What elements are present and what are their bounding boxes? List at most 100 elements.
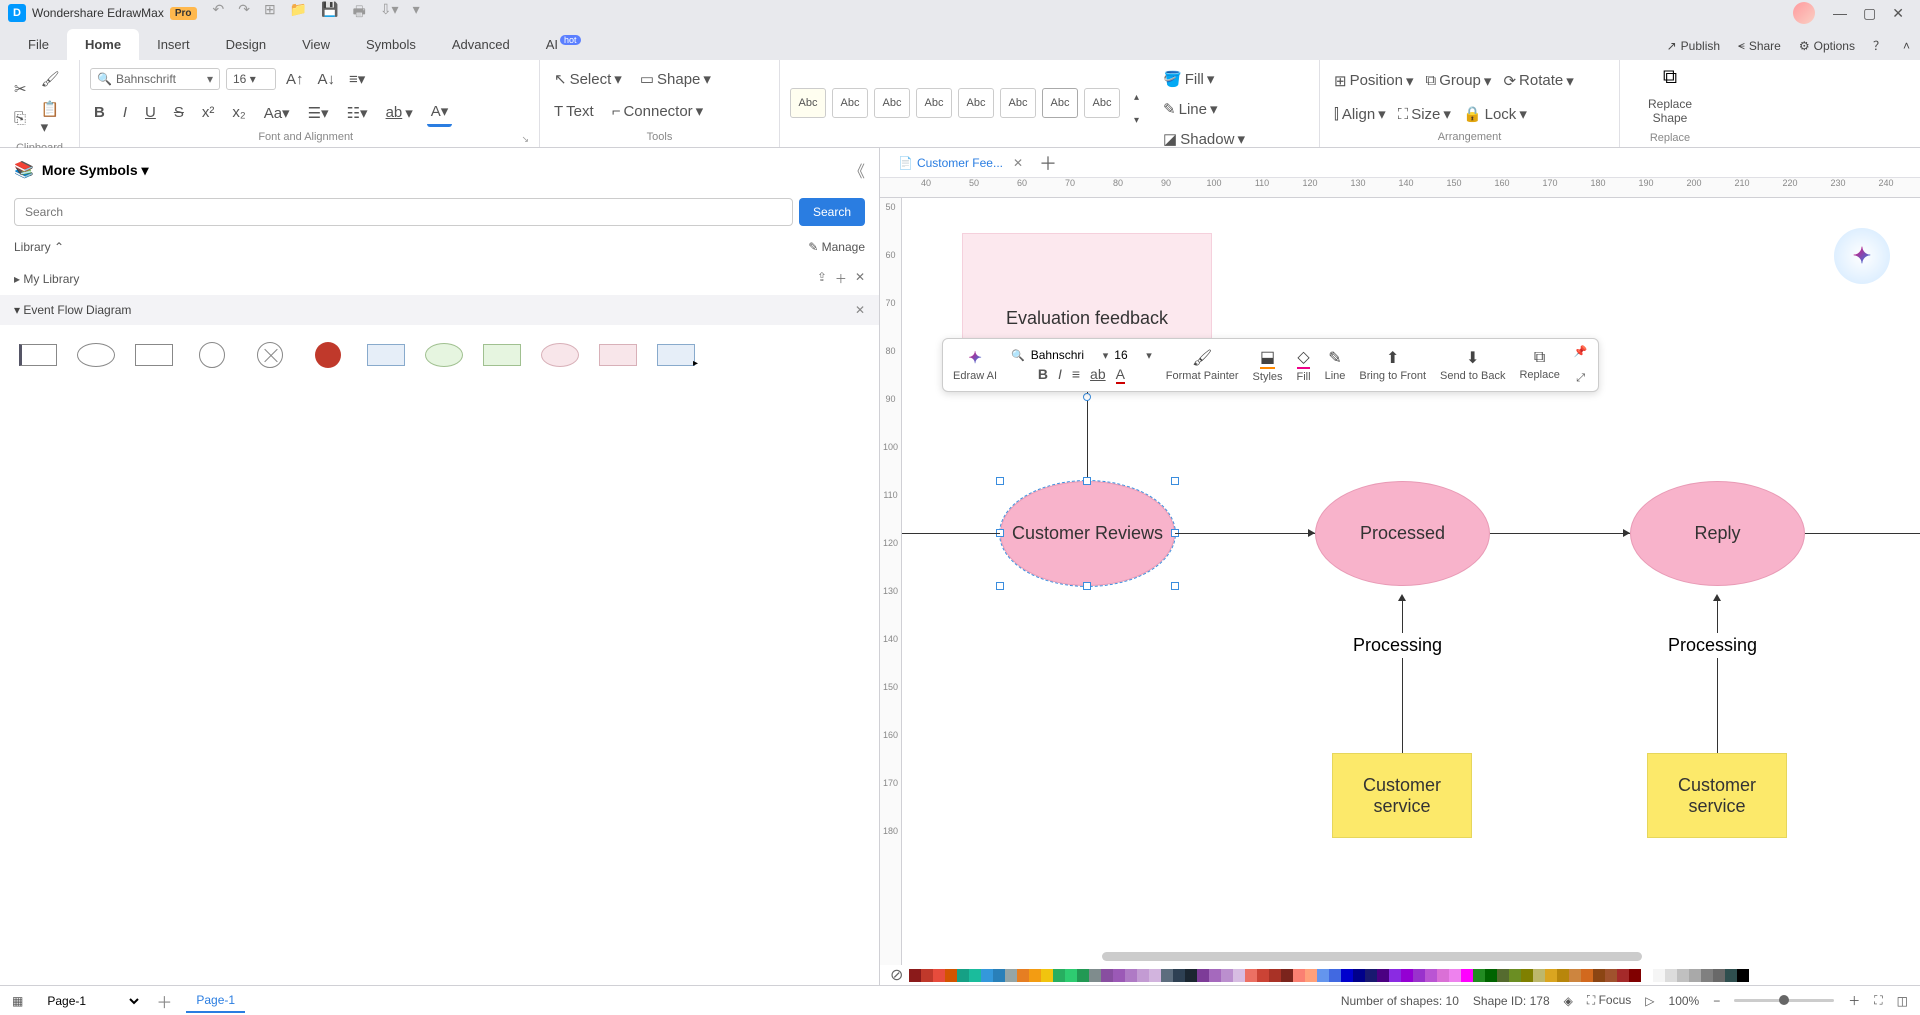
position-button[interactable]: ⊞ Position▾	[1330, 68, 1417, 94]
zoom-out-button[interactable]: −	[1713, 994, 1720, 1008]
tab-view[interactable]: View	[284, 29, 348, 60]
float-back-icon[interactable]: ⬇	[1466, 348, 1479, 368]
tab-design[interactable]: Design	[208, 29, 284, 60]
bullet-list-icon[interactable]: ☷▾	[343, 100, 372, 126]
color-swatch[interactable]	[1473, 969, 1485, 982]
color-swatch[interactable]	[1665, 969, 1677, 982]
color-swatch[interactable]	[1617, 969, 1629, 982]
close-tab-icon[interactable]: ✕	[1013, 156, 1023, 170]
color-swatch[interactable]	[1005, 969, 1017, 982]
more-symbols-dropdown[interactable]: More Symbols ▾	[42, 162, 149, 179]
color-swatch[interactable]	[1737, 969, 1749, 982]
color-swatch[interactable]	[1425, 969, 1437, 982]
shape-reply[interactable]: Reply	[1630, 481, 1805, 586]
color-swatch[interactable]	[993, 969, 1005, 982]
float-front-icon[interactable]: ⬆	[1386, 348, 1399, 368]
float-styles-icon[interactable]: ⬓	[1260, 347, 1275, 369]
color-swatch[interactable]	[1725, 969, 1737, 982]
add-page-button[interactable]: ＋	[156, 989, 172, 1013]
cut-icon[interactable]: ✂	[10, 76, 31, 102]
page-tab[interactable]: Page-1	[186, 989, 245, 1013]
sel-handle-s[interactable]	[1083, 582, 1091, 590]
color-swatch[interactable]	[969, 969, 981, 982]
connector-h0[interactable]	[902, 533, 1000, 534]
color-swatch[interactable]	[1089, 969, 1101, 982]
open-icon[interactable]: 📁	[290, 1, 307, 25]
layers-icon[interactable]: ◈	[1564, 994, 1573, 1008]
color-swatch[interactable]	[1125, 969, 1137, 982]
color-swatch[interactable]	[1269, 969, 1281, 982]
style-preset-6[interactable]: Abc	[1000, 88, 1036, 118]
color-swatch[interactable]	[1437, 969, 1449, 982]
manage-library-button[interactable]: ✎ Manage	[808, 240, 865, 254]
color-swatch[interactable]	[1401, 969, 1413, 982]
subscript-icon[interactable]: x₂	[228, 100, 249, 125]
symbol-search-input[interactable]	[14, 198, 793, 226]
color-swatch[interactable]	[1413, 969, 1425, 982]
shape-customer-reviews[interactable]: Customer Reviews	[1000, 481, 1175, 586]
page-select[interactable]: Page-1	[37, 991, 142, 1011]
color-swatch[interactable]	[1233, 969, 1245, 982]
tab-advanced[interactable]: Advanced	[434, 29, 528, 60]
symbol-search-button[interactable]: Search	[799, 198, 865, 226]
sel-handle-ne[interactable]	[1171, 477, 1179, 485]
color-swatch[interactable]	[1569, 969, 1581, 982]
page-view-icon[interactable]: ▦	[12, 994, 23, 1008]
export-icon[interactable]: ⇩▾	[380, 1, 399, 25]
color-swatch[interactable]	[1545, 969, 1557, 982]
font-size-select[interactable]: 16 ▾	[226, 68, 276, 90]
color-swatch[interactable]	[1245, 969, 1257, 982]
palette-shape-bluerect2[interactable]: ▸	[652, 337, 700, 373]
share-button[interactable]: ⪪ Share	[1738, 38, 1781, 53]
color-swatch[interactable]	[1161, 969, 1173, 982]
bold-icon[interactable]: B	[90, 100, 109, 125]
color-swatch[interactable]	[1689, 969, 1701, 982]
print-icon[interactable]: 🖶	[353, 1, 366, 25]
color-swatch[interactable]	[1581, 969, 1593, 982]
float-italic-icon[interactable]: I	[1058, 366, 1062, 384]
color-swatch[interactable]	[1077, 969, 1089, 982]
line-spacing-icon[interactable]: ☰▾	[304, 100, 333, 126]
float-replace-icon[interactable]: ⧉	[1534, 349, 1545, 367]
styles-up-icon[interactable]: ▴	[1130, 88, 1143, 107]
new-icon[interactable]: ⊞	[264, 1, 276, 25]
color-swatch[interactable]	[945, 969, 957, 982]
palette-shape-rect[interactable]	[130, 337, 178, 373]
tab-symbols[interactable]: Symbols	[348, 29, 434, 60]
h-scrollbar[interactable]	[1102, 952, 1642, 961]
connector-v3[interactable]	[1717, 601, 1718, 761]
connector-h2[interactable]	[1490, 533, 1630, 534]
color-swatch[interactable]	[1653, 969, 1665, 982]
sel-handle-n[interactable]	[1083, 477, 1091, 485]
palette-shape-pinkrect[interactable]	[594, 337, 642, 373]
text-tool[interactable]: T Text	[550, 98, 598, 124]
zoom-slider[interactable]	[1734, 999, 1834, 1002]
color-swatch[interactable]	[1281, 969, 1293, 982]
style-preset-7[interactable]: Abc	[1042, 88, 1078, 118]
document-tab[interactable]: 📄 Customer Fee...✕	[890, 152, 1031, 174]
color-swatch[interactable]	[1065, 969, 1077, 982]
float-bold-icon[interactable]: B	[1038, 366, 1048, 384]
shape-eval-feedback[interactable]: Evaluation feedback	[962, 233, 1212, 343]
color-swatch[interactable]	[1017, 969, 1029, 982]
color-swatch[interactable]	[1629, 969, 1641, 982]
color-swatch[interactable]	[1461, 969, 1473, 982]
style-preset-3[interactable]: Abc	[874, 88, 910, 118]
float-fill-icon[interactable]: ◇	[1297, 347, 1309, 369]
line-button[interactable]: ✎ Line ▾	[1159, 96, 1249, 122]
color-swatch[interactable]	[1137, 969, 1149, 982]
color-swatch[interactable]	[1557, 969, 1569, 982]
collapse-ribbon-icon[interactable]: ˄	[1903, 39, 1910, 53]
category-close-icon[interactable]: ✕	[855, 303, 865, 317]
shape-customer-service-2[interactable]: Customer service	[1647, 753, 1787, 838]
highlight-icon[interactable]: ab▾	[382, 100, 417, 126]
float-fontcolor-icon[interactable]: A	[1116, 366, 1125, 384]
text-case-icon[interactable]: Aa▾	[260, 100, 294, 126]
color-swatch[interactable]	[1521, 969, 1533, 982]
style-preset-2[interactable]: Abc	[832, 88, 868, 118]
focus-button[interactable]: ⛶ Focus	[1587, 993, 1631, 1008]
color-swatch[interactable]	[981, 969, 993, 982]
palette-shape-redcircle[interactable]	[304, 337, 352, 373]
group-button[interactable]: ⧉ Group▾	[1421, 68, 1495, 94]
category-event-flow[interactable]: ▾ Event Flow Diagram	[14, 303, 131, 317]
